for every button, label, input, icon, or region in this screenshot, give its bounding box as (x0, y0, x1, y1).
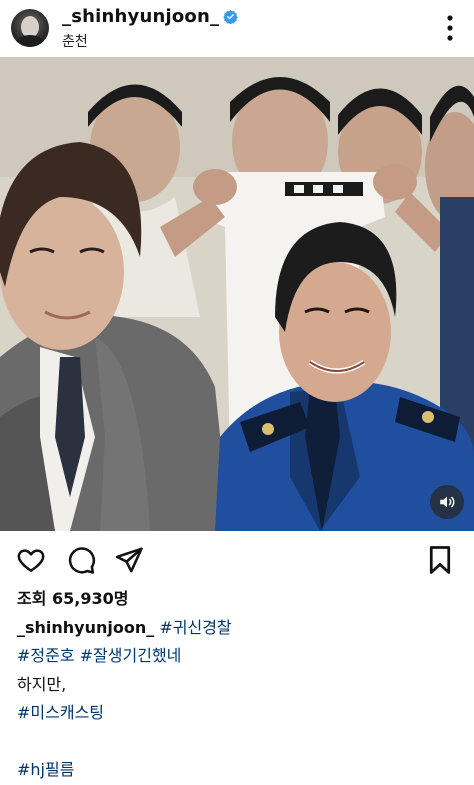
heart-icon[interactable] (16, 545, 46, 575)
action-bar (0, 531, 474, 589)
post-photo[interactable] (0, 57, 474, 531)
sound-toggle[interactable] (430, 485, 464, 519)
comment-icon[interactable] (66, 545, 96, 575)
photo-illustration (0, 57, 474, 531)
bookmark-icon[interactable] (427, 545, 453, 575)
post-caption-block: 조회 65,930명 _shinhyunjoon_ #귀신경찰 #정준호 #잘생… (17, 585, 467, 785)
hashtag-link[interactable]: #귀신경찰 (159, 618, 231, 637)
caption-line-5[interactable]: #hj필름 (17, 756, 467, 785)
more-vertical-icon[interactable] (440, 10, 460, 46)
verified-badge-icon (223, 9, 238, 24)
view-count[interactable]: 조회 65,930명 (17, 585, 467, 614)
caption-line-2[interactable]: #정준호 #잘생기긴했네 (17, 642, 467, 671)
post-username[interactable]: _shinhyunjoon_ (62, 6, 219, 27)
username-row: _shinhyunjoon_ (62, 6, 238, 27)
caption-author[interactable]: _shinhyunjoon_ (17, 618, 154, 637)
speaker-icon (440, 496, 455, 508)
caption-line-4[interactable]: #미스캐스팅 (17, 699, 467, 728)
caption-line-3: 하지만, (17, 674, 67, 694)
caption-line-1: _shinhyunjoon_ #귀신경찰 (17, 614, 467, 643)
post-location[interactable]: 춘천 (62, 31, 88, 51)
send-icon[interactable] (114, 545, 144, 575)
post-header: _shinhyunjoon_ 춘천 (0, 0, 474, 56)
profile-avatar[interactable] (11, 9, 49, 47)
